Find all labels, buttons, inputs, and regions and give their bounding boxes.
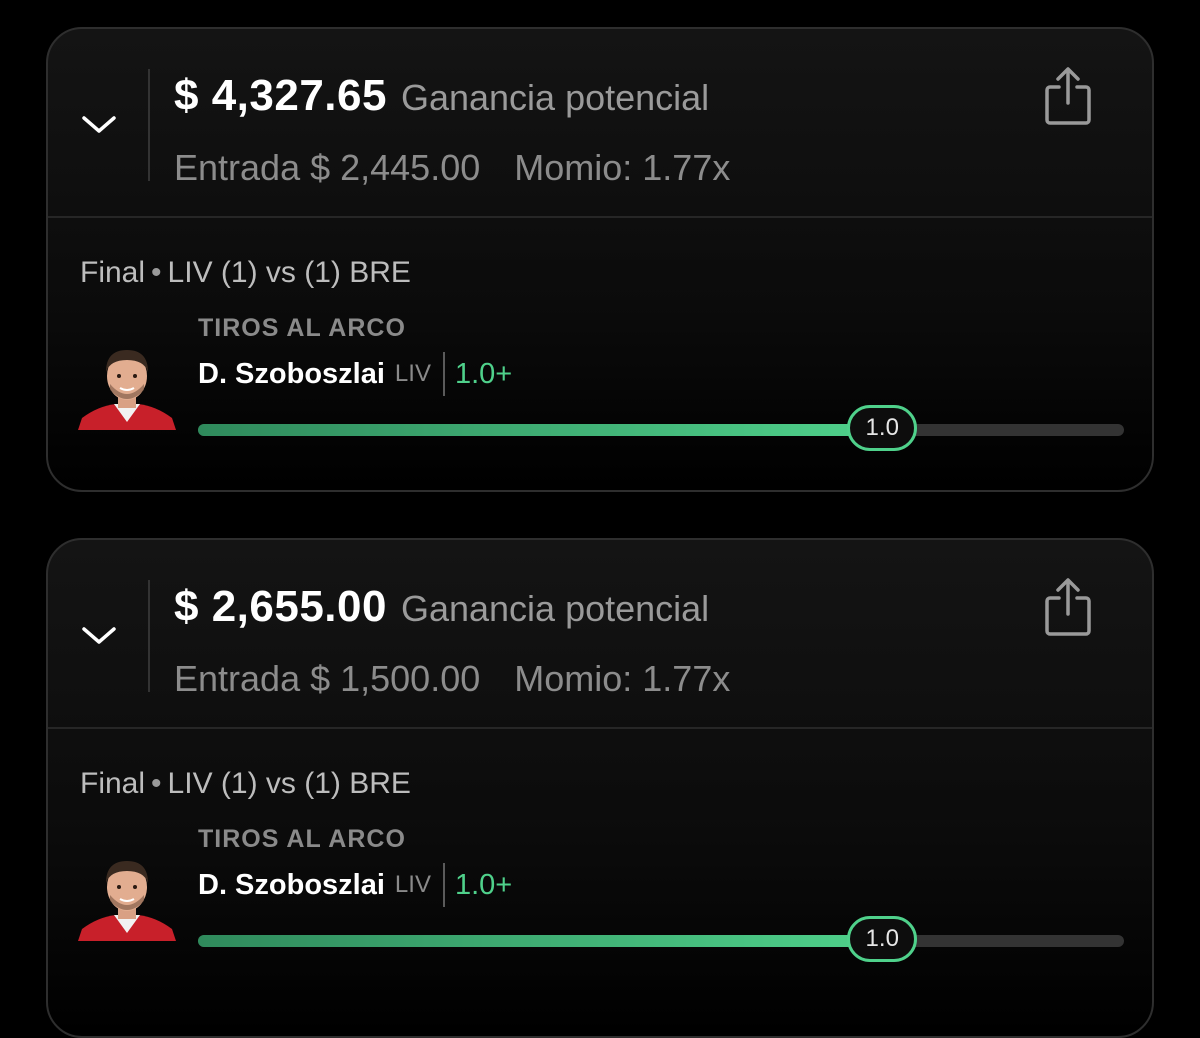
bullet: • [151, 256, 162, 289]
odds: Momio: 1.77x [514, 147, 731, 188]
progress-fill [198, 935, 884, 947]
entry-amount: Entrada $ 2,445.00 [174, 147, 481, 188]
match-score: LIV (1) vs (1) BRE [167, 767, 411, 800]
divider [148, 580, 150, 692]
market-type: TIROS AL ARCO [198, 825, 406, 853]
chevron-down-icon[interactable] [78, 109, 120, 139]
separator [442, 352, 445, 396]
progress-fill [198, 424, 884, 436]
match-status: Final [80, 256, 146, 289]
player-avatar [78, 861, 176, 941]
bet-card: $ 4,327.65 Ganancia potencial Entrada $ 2… [46, 27, 1154, 492]
share-icon[interactable] [1042, 65, 1094, 127]
player-name: D. Szoboszlai [198, 357, 385, 390]
odds: Momio: 1.77x [514, 658, 731, 699]
bullet: • [151, 767, 162, 800]
payout: $ 2,655.00 Ganancia potencial [174, 582, 709, 632]
payout: $ 4,327.65 Ganancia potencial [174, 71, 709, 121]
match-status: Final [80, 767, 146, 800]
bet-line: 1.0+ [454, 357, 513, 390]
progress-bar: 1.0 [198, 405, 1124, 451]
player-row: D. Szoboszlai LIV 1.0+ [198, 863, 513, 907]
player-row: D. Szoboszlai LIV 1.0+ [198, 352, 513, 396]
entry-amount: Entrada $ 1,500.00 [174, 658, 481, 699]
share-icon[interactable] [1042, 576, 1094, 638]
progress-bar: 1.0 [198, 916, 1124, 962]
market-type: TIROS AL ARCO [198, 314, 406, 342]
chevron-down-icon[interactable] [78, 620, 120, 650]
progress-value-badge: 1.0 [847, 405, 918, 451]
player-name: D. Szoboszlai [198, 868, 385, 901]
payout-label: Ganancia potencial [400, 77, 710, 118]
bet-card: $ 2,655.00 Ganancia potencial Entrada $ 1… [46, 538, 1154, 1038]
progress-value-badge: 1.0 [847, 916, 918, 962]
team-abbr: LIV [394, 360, 431, 387]
payout-amount: $ 4,327.65 [174, 71, 387, 120]
bet-details: Entrada $ 2,445.00 Momio: 1.77x [174, 147, 730, 189]
bet-details: Entrada $ 1,500.00 Momio: 1.77x [174, 658, 730, 700]
bet-leg: Final • LIV (1) vs (1) BRE TIROS AL ARCO D… [48, 729, 1152, 1009]
match-info: Final • LIV (1) vs (1) BRE [80, 256, 411, 290]
player-avatar [78, 350, 176, 430]
separator [442, 863, 445, 907]
match-score: LIV (1) vs (1) BRE [167, 256, 411, 289]
bet-card-header: $ 4,327.65 Ganancia potencial Entrada $ 2… [48, 29, 1152, 218]
divider [148, 69, 150, 181]
team-abbr: LIV [394, 871, 431, 898]
payout-amount: $ 2,655.00 [174, 582, 387, 631]
payout-label: Ganancia potencial [400, 588, 710, 629]
bet-card-header: $ 2,655.00 Ganancia potencial Entrada $ 1… [48, 540, 1152, 729]
bet-leg: Final • LIV (1) vs (1) BRE TIROS AL ARCO D… [48, 218, 1152, 490]
match-info: Final • LIV (1) vs (1) BRE [80, 767, 411, 801]
bet-line: 1.0+ [454, 868, 513, 901]
